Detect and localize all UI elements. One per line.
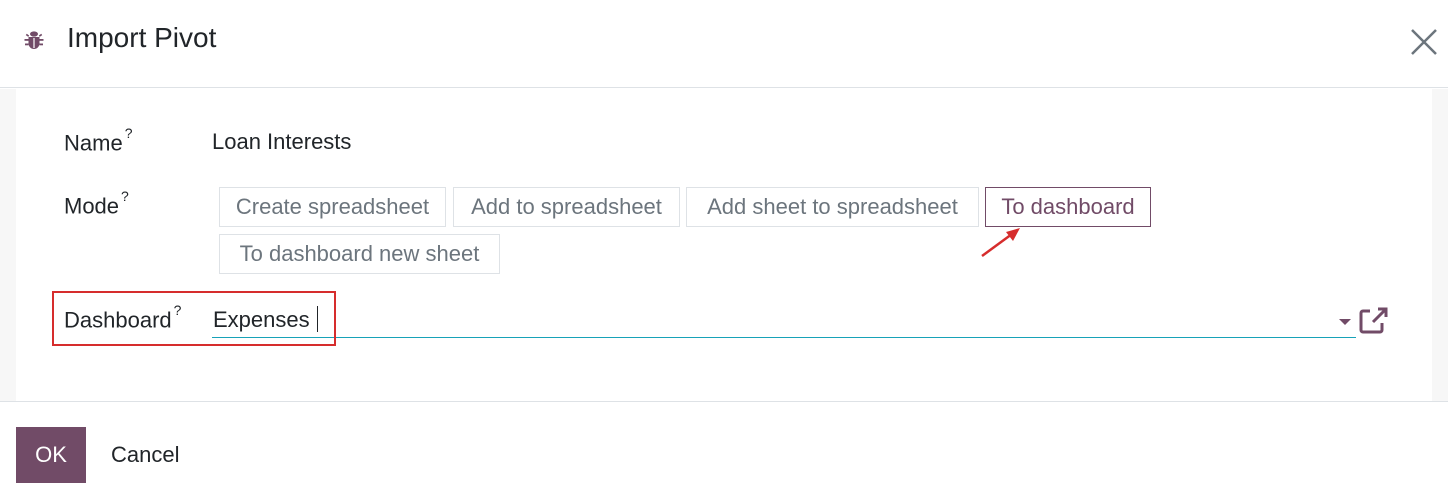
annotation-arrow [981, 228, 1020, 258]
name-value: Loan Interests [212, 129, 352, 154]
dashboard-input[interactable] [212, 302, 1356, 338]
mode-help-icon[interactable]: ? [121, 188, 129, 204]
close-icon[interactable] [1408, 26, 1440, 58]
mode-option-create-spreadsheet[interactable]: Create spreadsheet [219, 187, 446, 227]
mode-option-to-dashboard[interactable]: To dashboard [985, 187, 1151, 227]
dialog-header: Import Pivot [0, 0, 1448, 88]
mode-option-add-to-spreadsheet[interactable]: Add to spreadsheet [453, 187, 680, 227]
name-label: Name? [64, 125, 133, 156]
external-link-icon[interactable] [1358, 305, 1390, 335]
name-help-icon[interactable]: ? [125, 125, 133, 141]
dashboard-highlight-annotation [52, 291, 336, 346]
dialog-title: Import Pivot [67, 22, 217, 53]
mode-option-to-dashboard-new-sheet[interactable]: To dashboard new sheet [219, 234, 500, 274]
cancel-button[interactable]: Cancel [96, 427, 194, 483]
bug-icon [24, 31, 44, 49]
chevron-down-icon[interactable] [1339, 319, 1351, 325]
dialog-footer: OK Cancel [0, 401, 1448, 502]
mode-label: Mode? [64, 188, 129, 219]
mode-option-add-sheet-to-spreadsheet[interactable]: Add sheet to spreadsheet [686, 187, 979, 227]
ok-button[interactable]: OK [16, 427, 86, 483]
